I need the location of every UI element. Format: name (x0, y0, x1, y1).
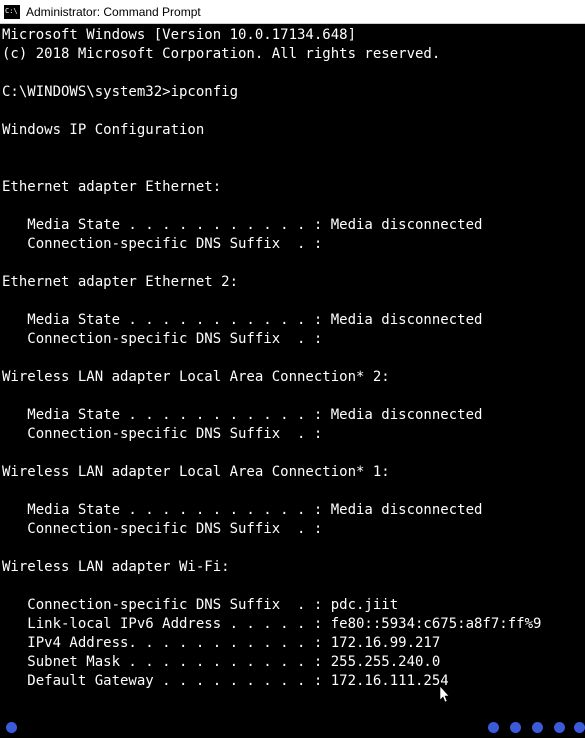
terminal-body[interactable]: Microsoft Windows [Version 10.0.17134.64… (0, 24, 585, 738)
adapter-line: Link-local IPv6 Address . . . . . : fe80… (2, 616, 541, 632)
adapter-header: Ethernet adapter Ethernet: (2, 179, 221, 195)
decoration-dots (0, 720, 585, 734)
cmd-icon (4, 5, 20, 19)
section-title: Windows IP Configuration (2, 122, 204, 138)
adapter-line: Connection-specific DNS Suffix . : pdc.j… (2, 597, 398, 613)
os-header-1: Microsoft Windows [Version 10.0.17134.64… (2, 27, 356, 43)
adapter-line: Connection-specific DNS Suffix . : (2, 236, 322, 252)
adapter-line: Connection-specific DNS Suffix . : (2, 521, 322, 537)
adapter-header: Ethernet adapter Ethernet 2: (2, 274, 238, 290)
adapter-line: Media State . . . . . . . . . . . : Medi… (2, 312, 482, 328)
adapter-line: Connection-specific DNS Suffix . : (2, 426, 322, 442)
adapter-line: Default Gateway . . . . . . . . . : 172.… (2, 673, 449, 689)
adapter-header: Wireless LAN adapter Local Area Connecti… (2, 369, 390, 385)
window-titlebar[interactable]: Administrator: Command Prompt (0, 0, 585, 24)
adapter-line: IPv4 Address. . . . . . . . . . . : 172.… (2, 635, 440, 651)
adapter-line: Media State . . . . . . . . . . . : Medi… (2, 217, 482, 233)
adapter-header: Wireless LAN adapter Local Area Connecti… (2, 464, 390, 480)
os-header-2: (c) 2018 Microsoft Corporation. All righ… (2, 46, 440, 62)
adapter-line: Connection-specific DNS Suffix . : (2, 331, 322, 347)
adapter-line: Media State . . . . . . . . . . . : Medi… (2, 407, 482, 423)
adapter-header: Wireless LAN adapter Wi-Fi: (2, 559, 230, 575)
adapter-line: Media State . . . . . . . . . . . : Medi… (2, 502, 482, 518)
command-text: ipconfig (171, 84, 238, 100)
adapter-line: Subnet Mask . . . . . . . . . . . : 255.… (2, 654, 440, 670)
prompt: C:\WINDOWS\system32> (2, 84, 171, 100)
window-title: Administrator: Command Prompt (26, 5, 201, 19)
